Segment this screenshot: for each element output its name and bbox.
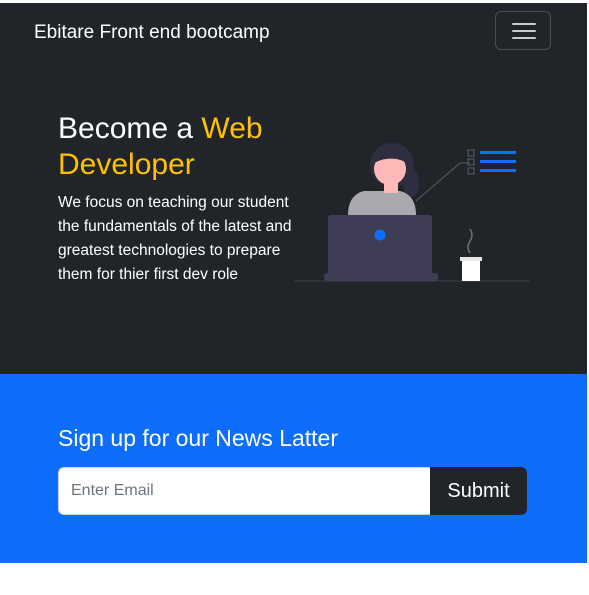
hero-title-accent: Web (201, 112, 263, 145)
hero-section: Become a Web Developer We focus on teachi… (0, 63, 587, 374)
hero-title-part1: Become a (58, 112, 202, 145)
developer-illustration (294, 143, 530, 282)
hero-description: We focus on teaching our student the fun… (58, 194, 292, 283)
submit-button[interactable]: Submit (430, 467, 527, 515)
navbar: Ebitare Front end bootcamp (0, 3, 587, 63)
page: Ebitare Front end bootcamp Become a Web D… (0, 0, 589, 595)
email-input[interactable] (58, 467, 431, 515)
navbar-brand[interactable]: Ebitare Front end bootcamp (34, 21, 270, 45)
newsletter-section: Sign up for our News Latter Submit (0, 374, 587, 563)
newsletter-title: Sign up for our News Latter (58, 425, 338, 451)
hero-title: Become a Web Developer (58, 111, 308, 183)
navbar-toggler-button[interactable] (495, 11, 551, 50)
hero-title-part2: Developer (58, 148, 195, 181)
